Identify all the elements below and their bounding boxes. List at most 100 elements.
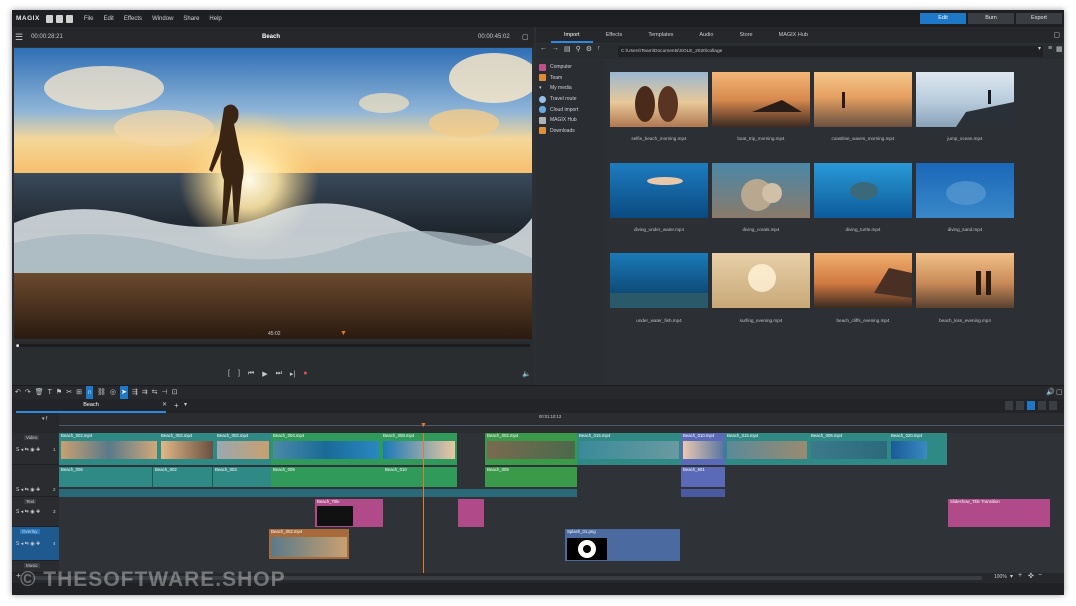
zoom-dropdown-icon[interactable]: ▾ <box>1010 573 1013 580</box>
video-preview[interactable] <box>14 48 532 339</box>
magnet-icon[interactable]: ∩ <box>85 386 93 399</box>
play-icon[interactable]: ▶ <box>262 370 267 378</box>
media-thumb[interactable] <box>814 72 912 127</box>
timeline-clip[interactable]: Beach_020.mp4 <box>889 433 947 465</box>
timeline-clip[interactable]: Beach_601 <box>681 467 725 487</box>
timeline-clip[interactable]: Beach_006.mp4 <box>809 433 889 465</box>
menu-file[interactable]: File <box>84 16 94 22</box>
timeline-clip[interactable]: Beach_002.mp4 <box>215 433 271 465</box>
grid-view-icon[interactable]: ▦ <box>1056 45 1063 53</box>
timeline-clip[interactable]: Beach_008.mp4 <box>381 433 457 465</box>
view-mixer-icon[interactable] <box>1038 401 1046 410</box>
sidebar-item-magix-hub[interactable]: MAGIX Hub <box>536 115 604 126</box>
multitrack-icon[interactable]: ⇉ <box>142 386 148 399</box>
overlay-clip[interactable]: Beach_002.mp4 <box>269 529 349 559</box>
media-thumb[interactable] <box>610 163 708 218</box>
timeline-clip[interactable]: Beach_004.mp4 <box>271 433 381 465</box>
link-icon[interactable]: ⛓ <box>97 386 106 399</box>
track-controls-icon[interactable]: S ◂ ⇆ ◉ ✚ <box>16 541 40 547</box>
mark-out-icon[interactable]: ] <box>238 370 240 378</box>
view-timeline-icon[interactable] <box>1027 401 1035 410</box>
mouse-mode-icon[interactable]: ➤ <box>119 386 128 399</box>
step-forward-icon[interactable]: ▸| <box>290 370 295 378</box>
insert-icon[interactable]: ⊞ <box>76 386 82 399</box>
settings-icon[interactable]: ⚙ <box>586 45 592 53</box>
media-thumb[interactable] <box>712 163 810 218</box>
media-thumb[interactable] <box>712 253 810 308</box>
save-icon[interactable] <box>65 14 73 23</box>
audio-waveform[interactable] <box>681 489 725 497</box>
new-file-icon[interactable] <box>45 14 53 23</box>
timeline-clip[interactable]: Beach_002.mp4 <box>59 433 159 465</box>
title-clip[interactable]: Slideshow_Title Transition <box>948 499 1050 527</box>
skip-forward-icon[interactable]: ⏭ <box>276 370 282 378</box>
view-fullscreen-icon[interactable] <box>1049 401 1057 410</box>
delete-icon[interactable]: 🗑 <box>35 386 44 399</box>
undo-icon[interactable]: ↶ <box>15 386 21 399</box>
media-thumb[interactable] <box>712 72 810 127</box>
hamburger-menu-icon[interactable]: ☰ <box>15 32 23 43</box>
tab-menu-icon[interactable]: ▾ <box>184 399 187 412</box>
view-storyboard-icon[interactable] <box>1005 401 1013 410</box>
marker-icon[interactable]: ⚑ <box>56 386 62 399</box>
playhead-marker[interactable]: ▼ <box>340 330 347 337</box>
sidebar-item-travel-route[interactable]: Travel route <box>536 94 604 105</box>
timeline-clip[interactable]: Beach_010 <box>383 467 457 487</box>
track-name[interactable]: Text <box>24 499 37 504</box>
menu-edit[interactable]: Edit <box>103 16 113 22</box>
mode-export-button[interactable]: Export <box>1016 13 1062 24</box>
skip-back-icon[interactable]: ⏮ <box>248 370 254 378</box>
track-header-4[interactable]: Overlay S ◂ ⇆ ◉ ✚ 4 <box>12 527 59 561</box>
track-controls-icon[interactable]: S ◂ ⇆ ◉ ✚ <box>16 447 40 453</box>
track-name[interactable]: Video <box>24 435 40 440</box>
timeline-maximize-icon[interactable]: ▢ <box>1056 386 1063 399</box>
mark-in-icon[interactable]: [ <box>228 370 230 378</box>
list-view-icon[interactable]: ≡ <box>1048 45 1052 52</box>
path-dropdown-icon[interactable]: ▾ <box>1038 45 1041 52</box>
media-thumb[interactable] <box>610 253 708 308</box>
sidebar-item-computer[interactable]: Computer <box>536 62 604 73</box>
add-tab-icon[interactable]: + <box>174 399 179 412</box>
mode-edit-button[interactable]: Edit <box>920 13 966 24</box>
trim-icon[interactable]: ⊣ <box>161 386 167 399</box>
ripple-icon[interactable]: ⇶ <box>132 386 138 399</box>
snap-icon[interactable]: ⊡ <box>172 386 178 399</box>
panel-maximize-icon[interactable]: ▢ <box>1053 31 1060 39</box>
media-thumb[interactable] <box>916 163 1014 218</box>
menu-effects[interactable]: Effects <box>124 16 142 22</box>
track-name[interactable]: Overlay <box>20 529 40 534</box>
cut-icon[interactable]: ✂ <box>66 386 72 399</box>
media-thumb[interactable] <box>814 253 912 308</box>
audio-waveform[interactable] <box>59 489 577 497</box>
speaker-icon[interactable]: 🔊 <box>1046 386 1055 399</box>
tab-store[interactable]: Store <box>726 27 765 43</box>
timeline-clip[interactable]: Beach_002.mp4 <box>485 433 577 465</box>
stretch-icon[interactable]: ⇆ <box>152 386 158 399</box>
preview-scrubber[interactable] <box>16 344 530 347</box>
group-icon[interactable]: ◎ <box>110 386 116 399</box>
back-icon[interactable]: ← <box>540 45 547 53</box>
text-tool-icon[interactable]: T <box>48 386 52 399</box>
menu-share[interactable]: Share <box>183 16 199 22</box>
zoom-out-icon[interactable]: − <box>1038 572 1042 579</box>
redo-icon[interactable]: ↷ <box>25 386 31 399</box>
close-tab-icon[interactable]: ✕ <box>162 399 167 412</box>
timeline-clip[interactable]: Beach_003 <box>212 467 271 487</box>
search-icon[interactable]: ⚲ <box>576 45 581 53</box>
media-thumb[interactable] <box>916 72 1014 127</box>
record-icon[interactable]: ● <box>303 370 307 378</box>
track-header-2[interactable]: S ◂ ⇆ ◉ ✚ 2 <box>12 465 59 497</box>
sidebar-item-cloud-import[interactable]: Cloud import <box>536 104 604 115</box>
maximize-icon[interactable]: ▢ <box>522 33 529 41</box>
tab-audio[interactable]: Audio <box>686 27 726 43</box>
overlay-clip[interactable]: Splash_01.png <box>565 529 680 561</box>
media-thumb[interactable] <box>916 253 1014 308</box>
up-folder-icon[interactable]: ↑ <box>597 45 601 53</box>
zoom-in-icon[interactable]: + <box>1018 572 1022 579</box>
track-header-3[interactable]: Text S ◂ ⇆ ◉ ✚ 3 <box>12 497 59 527</box>
view-toggle-icon[interactable]: ▤ <box>564 45 571 53</box>
tab-magix-hub[interactable]: MAGIX Hub <box>766 27 821 43</box>
title-clip[interactable] <box>458 499 484 527</box>
tab-import[interactable]: Import <box>551 27 593 43</box>
timeline-clip[interactable]: Beach_010.mp4 <box>681 433 725 465</box>
